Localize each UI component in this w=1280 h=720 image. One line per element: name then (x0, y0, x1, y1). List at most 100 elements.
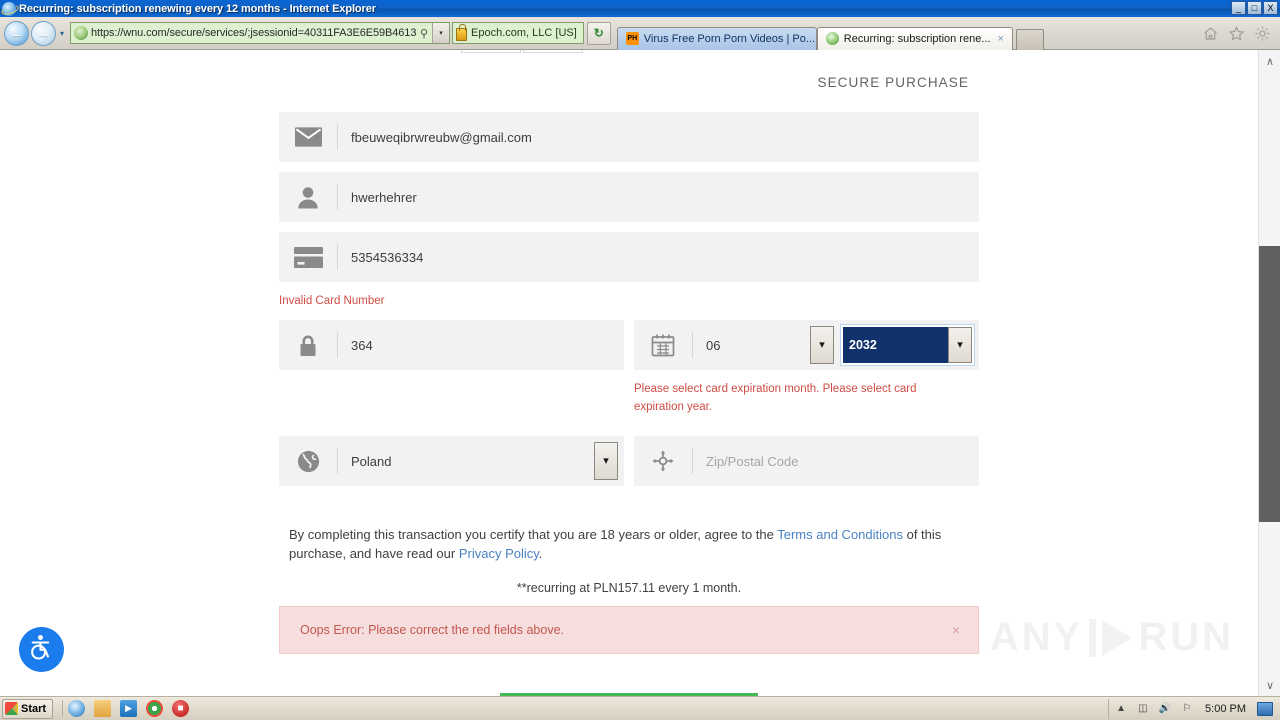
tab-porn-site[interactable]: PH Virus Free Porn Porn Videos | Po... (616, 26, 817, 50)
page-title: SECURE PURCHASE (817, 75, 969, 90)
watermark-play-triangle-icon (1102, 619, 1133, 656)
watermark-right-text: RUN (1138, 615, 1234, 659)
terms-and-conditions-link[interactable]: Terms and Conditions (777, 527, 903, 542)
calendar-icon (634, 320, 692, 370)
settings-gear-icon[interactable] (1254, 25, 1271, 42)
watermark-bar (1089, 618, 1097, 657)
cvv-column: 364 (279, 320, 624, 426)
recent-pages-dropdown-icon[interactable]: ▾ (60, 29, 64, 38)
internet-explorer-icon (2, 1, 16, 16)
page-scrollbar[interactable]: ∧ ∨ (1258, 50, 1280, 696)
error-banner-message: Oops Error: Please correct the red field… (300, 623, 565, 637)
windows-taskbar: Start ▶ ■ ▲ ◫ 🔊 ⚐ 5:00 PM (0, 696, 1280, 720)
back-button[interactable]: ← (4, 20, 29, 46)
ie-icon[interactable] (68, 700, 86, 717)
checkout-page: SECURE PURCHASE fbeuweqibrwreubw@gmail.c… (0, 50, 1258, 696)
error-banner-close-icon[interactable]: × (952, 622, 960, 638)
email-field-row[interactable]: fbeuweqibrwreubw@gmail.com (279, 112, 979, 162)
home-icon[interactable] (1202, 25, 1219, 42)
expiration-error: Please select card expiration month. Ple… (634, 383, 917, 413)
person-icon (279, 172, 337, 222)
volume-icon[interactable]: 🔊 (1158, 702, 1172, 716)
quick-launch-bar: ▶ ■ (62, 700, 190, 717)
ssl-owner-label: Epoch.com, LLC [US] (471, 27, 577, 39)
country-field-row[interactable]: Poland ▾ (279, 436, 624, 486)
window-title: Recurring: subscription renewing every 1… (19, 2, 376, 15)
ssl-certificate-badge[interactable]: Epoch.com, LLC [US] (452, 22, 584, 44)
search-icon[interactable]: ⚲ (416, 23, 432, 43)
globe-icon (279, 436, 337, 486)
accessibility-widget-button[interactable] (19, 627, 64, 672)
scroll-up-arrow[interactable]: ∧ (1259, 50, 1280, 72)
lock-icon (279, 320, 337, 370)
country-select[interactable]: Poland (338, 454, 594, 469)
chrome-icon[interactable] (146, 700, 164, 717)
close-button[interactable]: X (1263, 1, 1278, 15)
scrollbar-thumb[interactable] (1259, 246, 1280, 522)
cvv-field-row[interactable]: 364 (279, 320, 624, 370)
show-desktop-icon[interactable] (1257, 701, 1273, 716)
scroll-down-arrow[interactable]: ∨ (1259, 674, 1280, 696)
card-number-field-row[interactable]: 5354536334 (279, 232, 979, 282)
stop-icon[interactable]: ■ (172, 700, 190, 717)
expiration-year-dropdown-arrow[interactable]: ▾ (948, 327, 972, 363)
start-button[interactable]: Start (2, 698, 54, 719)
zip-column: Zip/Postal Code (634, 436, 979, 496)
envelope-icon (279, 112, 337, 162)
expiration-year-value: 2032 (843, 327, 948, 363)
expiration-month-dropdown-arrow[interactable]: ▾ (810, 326, 834, 364)
country-dropdown-arrow[interactable]: ▾ (594, 442, 618, 480)
credit-card-icon (279, 232, 337, 282)
media-player-icon[interactable]: ▶ (120, 700, 138, 717)
toolbar-right-icons (1202, 25, 1280, 42)
taskbar-clock[interactable]: 5:00 PM (1205, 703, 1246, 715)
new-tab-button[interactable] (1015, 28, 1044, 50)
start-label: Start (21, 702, 47, 715)
maximize-button[interactable]: □ (1247, 1, 1262, 15)
address-dropdown-icon[interactable]: ▾ (432, 23, 450, 43)
tab-label: Recurring: subscription rene... (843, 32, 991, 45)
username-field-row[interactable]: hwerhehrer (279, 172, 979, 222)
tab-recurring-subscription[interactable]: Recurring: subscription rene... × (816, 26, 1013, 50)
window-titlebar: Recurring: subscription renewing every 1… (0, 0, 1280, 17)
page-viewport: SECURE PURCHASE fbeuweqibrwreubw@gmail.c… (0, 50, 1280, 696)
card-number-error: Invalid Card Number (279, 295, 385, 307)
accessibility-icon (28, 634, 55, 666)
ie-favicon-icon (825, 32, 839, 45)
refresh-button[interactable]: ↻ (586, 21, 611, 45)
card-number-input[interactable]: 5354536334 (338, 250, 979, 265)
system-tray: ▲ ◫ 🔊 ⚐ 5:00 PM (1108, 698, 1278, 719)
show-hidden-icon[interactable]: ▲ (1114, 702, 1128, 716)
site-icon (74, 26, 89, 40)
network-icon[interactable]: ◫ (1136, 702, 1150, 716)
expiration-year-select[interactable]: 2032 ▾ (840, 324, 975, 366)
favorites-star-icon[interactable] (1228, 25, 1245, 42)
terms-text: By completing this transaction you certi… (279, 526, 979, 563)
tab-strip: PH Virus Free Porn Porn Videos | Po... R… (616, 17, 1044, 50)
cvv-expiration-row: 364 06 ▾ 2032 ▾ Please select card expir… (279, 320, 979, 426)
email-input[interactable]: fbeuweqibrwreubw@gmail.com (338, 130, 979, 145)
location-target-icon (634, 436, 692, 486)
username-input[interactable]: hwerhehrer (338, 190, 979, 205)
window-controls: _ □ X (1231, 1, 1278, 15)
expiration-field-row[interactable]: 06 ▾ 2032 ▾ (634, 320, 979, 370)
country-column: Poland ▾ (279, 436, 624, 496)
cvv-input[interactable]: 364 (338, 338, 624, 353)
browser-toolbar: ← → ▾ https://wnu.com/secure/services/;j… (0, 17, 1280, 50)
zip-input[interactable]: Zip/Postal Code (693, 454, 979, 469)
zip-field-row[interactable]: Zip/Postal Code (634, 436, 979, 486)
terms-part1: By completing this transaction you certi… (289, 527, 778, 542)
privacy-policy-link[interactable]: Privacy Policy (459, 546, 539, 561)
expiration-month-select[interactable]: 06 (693, 338, 810, 353)
expiration-column: 06 ▾ 2032 ▾ Please select card expiratio… (634, 320, 979, 426)
folder-icon[interactable] (94, 700, 112, 717)
error-banner: Oops Error: Please correct the red field… (279, 606, 979, 654)
forward-button[interactable]: → (31, 20, 56, 46)
flag-icon[interactable]: ⚐ (1180, 702, 1194, 716)
address-bar[interactable]: https://wnu.com/secure/services/;jsessio… (70, 22, 451, 44)
tab-close-icon[interactable]: × (998, 33, 1004, 45)
windows-flag-icon (5, 702, 18, 715)
anyrun-watermark: ANY RUN (990, 615, 1234, 660)
ph-favicon-icon: PH (625, 32, 639, 45)
minimize-button[interactable]: _ (1231, 1, 1246, 15)
